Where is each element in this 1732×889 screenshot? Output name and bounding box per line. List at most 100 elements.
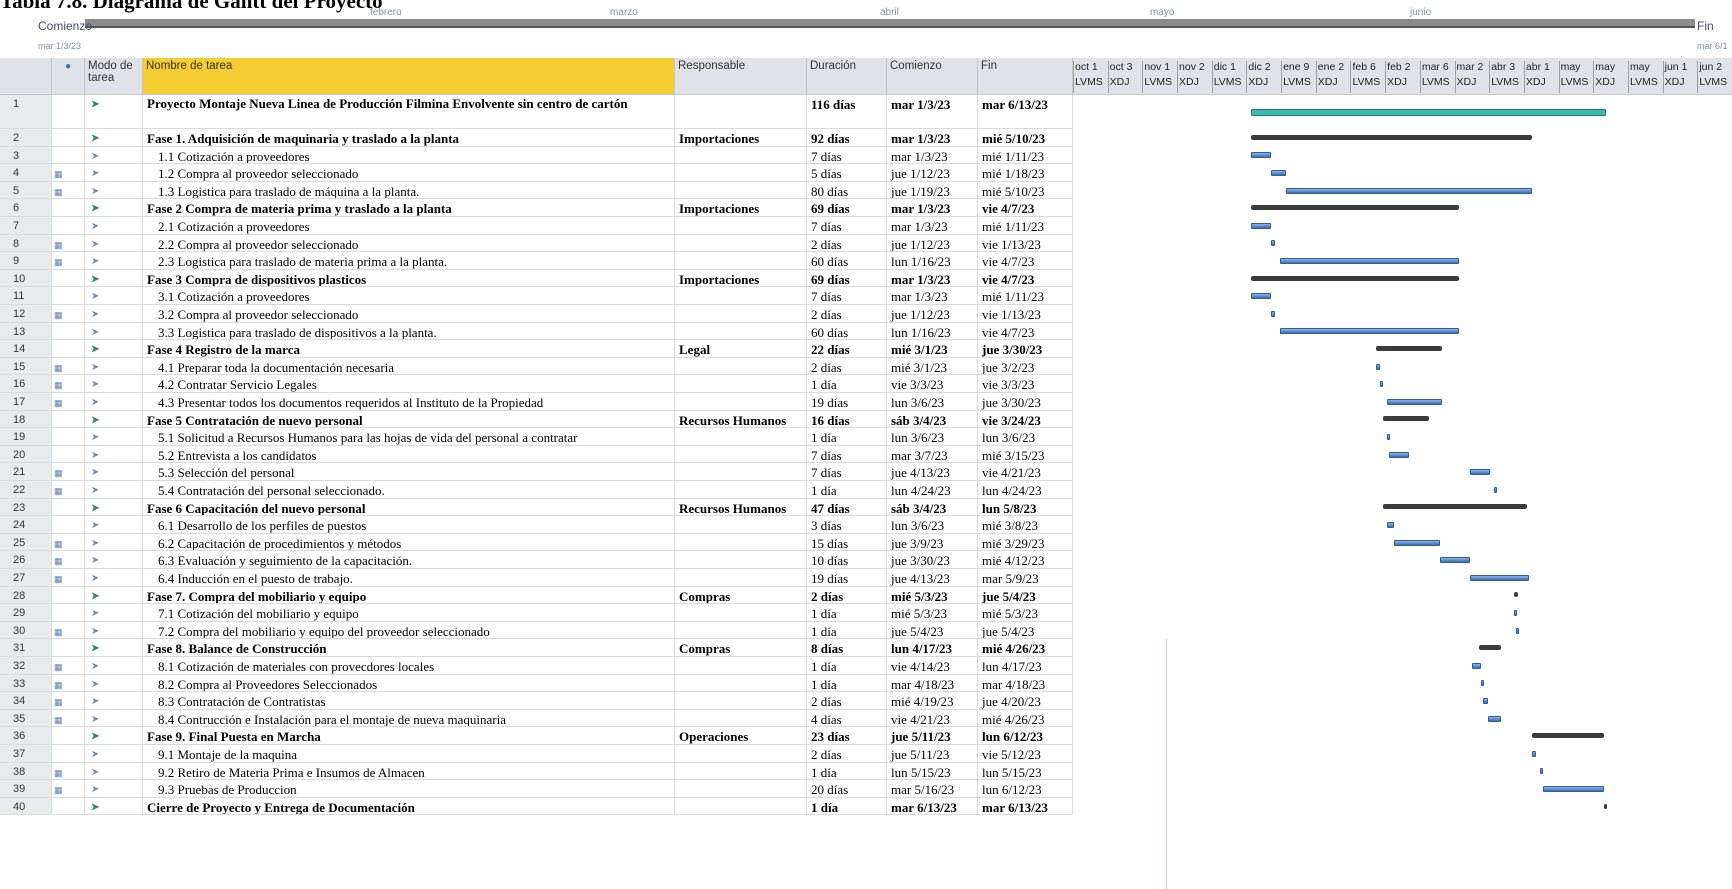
task-bar[interactable] [1542,786,1604,792]
table-row[interactable]: 9 ▦ ➤ 2.3 Logistica para traslado de materi… [0,252,1073,270]
summary-bar[interactable] [1531,733,1604,739]
start-cell[interactable]: mar 1/3/23 [887,199,978,217]
resource-cell[interactable]: Importaciones [675,269,807,288]
duration-cell[interactable]: 15 días [807,533,887,552]
table-row[interactable]: 1 ➤ Proyecto Montaje Nueva Linea de Produc… [0,95,1073,129]
task-mode-cell[interactable]: ➤ [85,762,143,781]
resource-cell[interactable] [675,375,807,393]
finish-cell[interactable]: vie 4/7/23 [978,322,1073,341]
duration-cell[interactable]: 2 días [807,745,887,763]
task-mode-cell[interactable]: ➤ [85,657,143,675]
start-cell[interactable]: mié 5/3/23 [887,586,978,605]
row-number[interactable]: 35 [0,709,52,728]
table-row[interactable]: 28 ➤ Fase 7. Compra del mobiliario y equip… [0,586,1073,605]
task-name-cell[interactable]: 1.2 Compra al proveedor seleccionado [143,164,675,182]
duration-cell[interactable]: 20 días [807,780,887,798]
task-name-cell[interactable]: 6.2 Capacitación de procedimientos y mét… [143,533,675,552]
task-bar[interactable] [1279,258,1460,264]
duration-cell[interactable]: 2 días [807,586,887,605]
start-cell[interactable]: mié 3/1/23 [887,357,978,376]
task-mode-cell[interactable]: ➤ [85,129,143,147]
table-row[interactable]: 4 ▦ ➤ 1.2 Compra al proveedor seleccionado 5… [0,164,1073,182]
row-number[interactable]: 38 [0,762,52,781]
resource-cell[interactable] [675,181,807,200]
finish-cell[interactable]: mié 4/26/23 [978,709,1073,728]
task-mode-cell[interactable]: ➤ [85,287,143,305]
start-cell[interactable]: vie 4/21/23 [887,709,978,728]
table-row[interactable]: 27 ▦ ➤ 6.4 Inducción en el puesto de trabaj… [0,569,1073,587]
finish-cell[interactable]: jue 4/20/23 [978,692,1073,710]
task-name-cell[interactable]: 5.3 Selección del personal [143,463,675,481]
row-number[interactable]: 10 [0,269,52,288]
resource-cell[interactable] [675,797,807,816]
timeline-bar[interactable] [85,19,1695,26]
table-row[interactable]: 26 ▦ ➤ 6.3 Evaluación y seguimiento de la c… [0,551,1073,569]
resource-cell[interactable] [675,445,807,464]
resource-cell[interactable] [675,692,807,710]
task-name-cell[interactable]: Fase 6 Capacitación del nuevo personal [143,498,675,517]
table-row[interactable]: 40 ➤ Cierre de Proyecto y Entrega de Docum… [0,797,1073,816]
task-mode-cell[interactable]: ➤ [85,569,143,587]
task-mode-cell[interactable]: ➤ [85,586,143,605]
note-icon[interactable]: ▦ [54,183,63,199]
resource-cell[interactable] [675,393,807,411]
task-name-cell[interactable]: Fase 1. Adquisición de maquinaria y tras… [143,129,675,147]
task-name-cell[interactable]: 2.3 Logistica para traslado de materia p… [143,252,675,270]
resource-cell[interactable]: Recursos Humanos [675,410,807,429]
task-name-cell[interactable]: Fase 3 Compra de dispositivos plasticos [143,269,675,288]
task-mode-cell[interactable]: ➤ [85,181,143,200]
task-mode-cell[interactable]: ➤ [85,797,143,816]
task-bar[interactable] [1470,469,1490,476]
task-bar[interactable] [1279,328,1460,335]
task-bar[interactable] [1516,627,1520,634]
finish-cell[interactable]: vie 1/13/23 [978,234,1073,253]
table-row[interactable]: 31 ➤ Fase 8. Balance de Construcción Compra… [0,639,1073,657]
resource-cell[interactable] [675,305,807,323]
row-number[interactable]: 40 [0,797,52,816]
resource-cell[interactable] [675,569,807,587]
row-number[interactable]: 37 [0,745,52,763]
table-row[interactable]: 21 ▦ ➤ 5.3 Selección del personal 7 días jue … [0,463,1073,481]
row-number[interactable]: 22 [0,481,52,499]
table-row[interactable]: 35 ▦ ➤ 8.4 Contrucción e Instalación para e… [0,709,1073,728]
task-mode-cell[interactable]: ➤ [85,674,143,693]
task-mode-cell[interactable]: ➤ [85,604,143,622]
task-name-cell[interactable]: 5.4 Contratación del personal selecciona… [143,481,675,499]
finish-cell[interactable]: mié 1/18/23 [978,164,1073,182]
finish-cell[interactable]: vie 3/3/23 [978,375,1073,393]
row-number[interactable]: 14 [0,340,52,358]
finish-cell[interactable]: mié 4/26/23 [978,639,1073,657]
table-row[interactable]: 13 ➤ 3.3 Logistica para traslado de dispos… [0,322,1073,341]
finish-cell[interactable]: lun 4/17/23 [978,657,1073,675]
start-cell[interactable]: jue 3/9/23 [887,533,978,552]
task-name-cell[interactable]: 1.3 Logistica para traslado de máquina a… [143,181,675,200]
task-bar[interactable] [1386,522,1394,528]
table-row[interactable]: 3 ➤ 1.1 Cotización a proveedores 7 días mar … [0,146,1073,165]
task-mode-cell[interactable]: ➤ [85,551,143,569]
finish-cell[interactable]: jue 5/4/23 [978,586,1073,605]
finish-cell[interactable]: mié 3/15/23 [978,445,1073,464]
duration-cell[interactable]: 60 días [807,322,887,341]
row-number[interactable]: 24 [0,516,52,534]
finish-cell[interactable]: mié 1/11/23 [978,146,1073,165]
task-mode-cell[interactable]: ➤ [85,516,143,534]
finish-cell[interactable]: mié 5/10/23 [978,129,1073,147]
start-cell[interactable]: jue 4/13/23 [887,569,978,587]
row-number[interactable]: 17 [0,393,52,411]
resource-cell[interactable] [675,674,807,693]
task-bar[interactable] [1470,574,1530,581]
table-row[interactable]: 8 ▦ ➤ 2.2 Compra al proveedor seleccionado 2… [0,234,1073,253]
task-mode-cell[interactable]: ➤ [85,234,143,253]
finish-cell[interactable]: vie 4/7/23 [978,199,1073,217]
note-icon[interactable]: ▦ [54,253,63,269]
duration-cell[interactable]: 7 días [807,287,887,305]
task-name-cell[interactable]: 4.2 Contratar Servicio Legales [143,375,675,393]
summary-bar[interactable] [1251,134,1532,140]
start-cell[interactable]: sáb 3/4/23 [887,498,978,517]
column-header-start[interactable]: Comienzo [887,58,978,95]
duration-cell[interactable]: 10 días [807,551,887,569]
resource-cell[interactable] [675,709,807,728]
note-icon[interactable]: ▦ [54,394,63,410]
row-number[interactable]: 39 [0,780,52,798]
task-bar[interactable] [1251,152,1271,159]
